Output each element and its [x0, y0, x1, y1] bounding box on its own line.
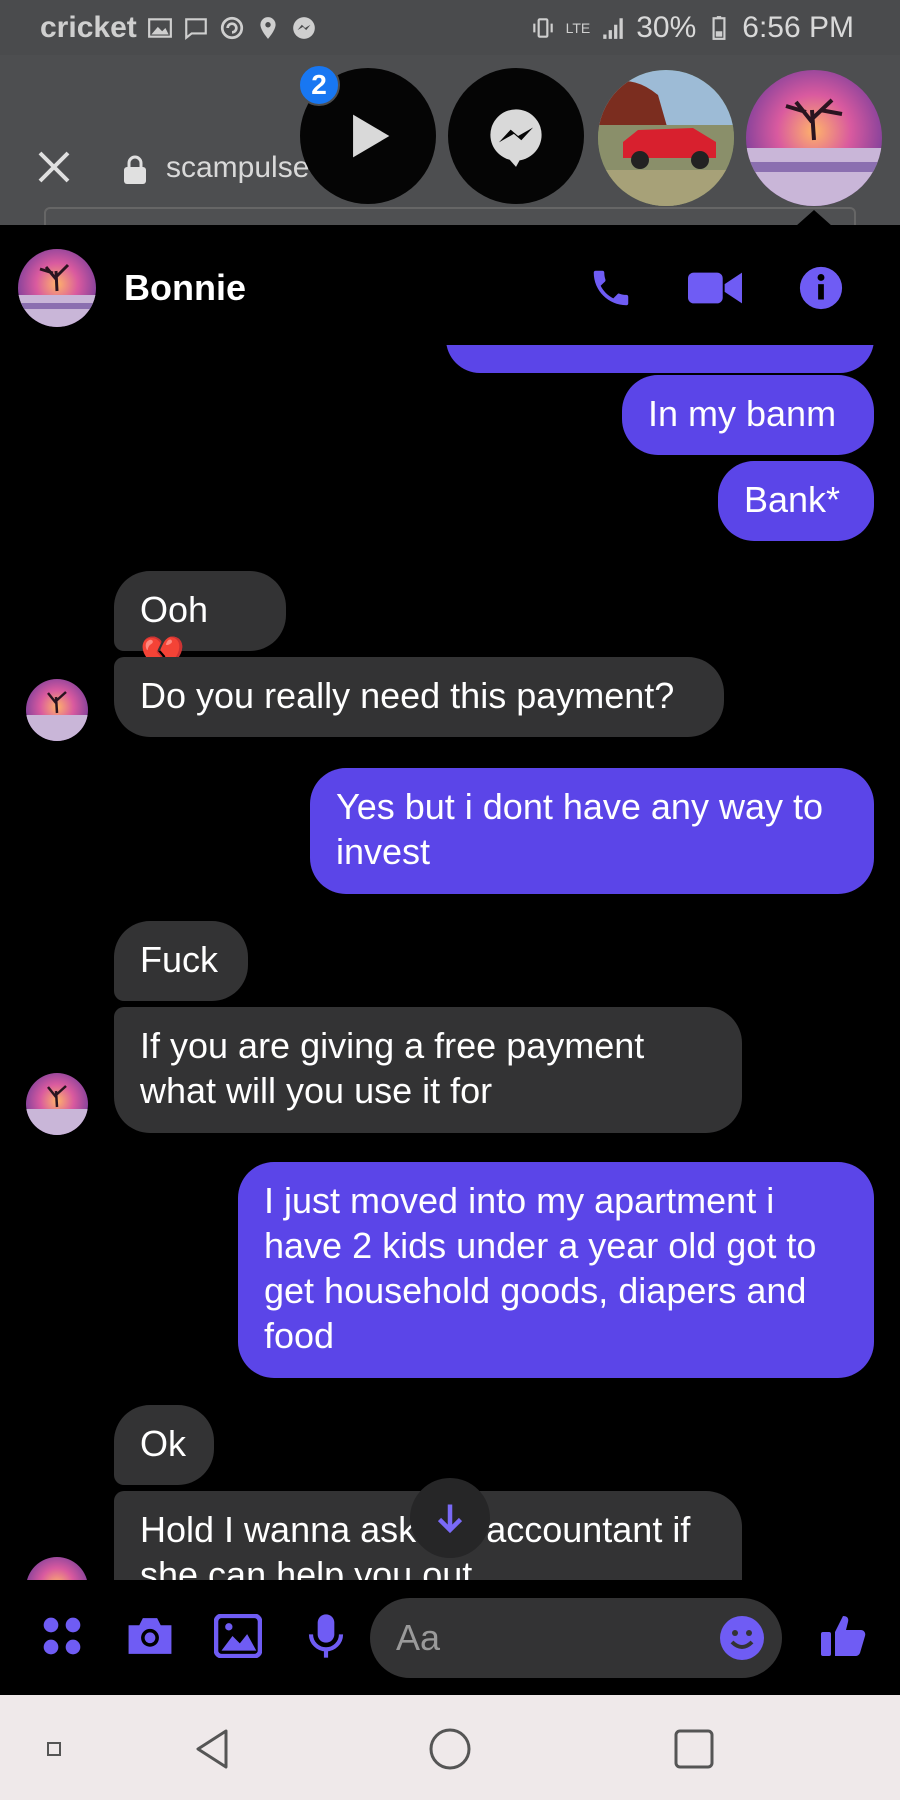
- message-notification-icon: [183, 15, 209, 41]
- vibrate-icon: [530, 15, 556, 41]
- contact-name[interactable]: Bonnie: [124, 267, 246, 309]
- url-text[interactable]: scampulse: [166, 151, 309, 185]
- image-notification-icon: [147, 15, 173, 41]
- message-bubble-outgoing[interactable]: I just moved into my apartment i have 2 …: [238, 1162, 874, 1378]
- message-text: If you are giving a free payment what wi…: [140, 1025, 645, 1111]
- sunset-tree-avatar: [746, 70, 882, 206]
- message-text: Bank*: [744, 479, 841, 520]
- lock-icon: [122, 155, 148, 185]
- car-photo-avatar: [598, 70, 734, 206]
- close-icon[interactable]: [32, 145, 76, 189]
- location-icon: [255, 15, 281, 41]
- apps-icon[interactable]: [34, 1608, 90, 1664]
- contact-avatar-small[interactable]: [26, 1073, 88, 1135]
- status-bar: cricket LTE 30% 6:56 PM: [0, 0, 900, 55]
- swirl-app-icon: [219, 15, 245, 41]
- message-text: Fuck: [140, 939, 219, 980]
- arrow-down-icon: [437, 1504, 463, 1534]
- message-text: In my banm: [648, 393, 837, 434]
- notification-badge: 2: [298, 64, 340, 106]
- message-bubble-partial[interactable]: [446, 345, 874, 373]
- chat-head-messenger[interactable]: [448, 68, 584, 204]
- camera-icon[interactable]: [122, 1608, 178, 1664]
- battery-percent: 30%: [636, 10, 697, 44]
- thumbs-up-icon[interactable]: [815, 1608, 871, 1664]
- signal-icon: [600, 15, 626, 41]
- chat-head-bonnie[interactable]: [746, 70, 882, 206]
- message-text: Yes but i dont have any way to invest: [336, 786, 824, 872]
- back-icon[interactable]: [184, 1721, 240, 1777]
- message-text: I just moved into my apartment i have 2 …: [264, 1180, 817, 1356]
- microphone-icon[interactable]: [298, 1608, 354, 1664]
- system-navigation-bar: [0, 1695, 900, 1800]
- message-bubble-outgoing[interactable]: Yes but i dont have any way to invest: [310, 768, 874, 894]
- play-icon: [353, 114, 390, 158]
- message-composer: [0, 1580, 900, 1695]
- phone-icon[interactable]: [584, 261, 638, 315]
- message-text: Ooh: [140, 589, 209, 630]
- gallery-icon[interactable]: [210, 1608, 266, 1664]
- message-bubble-incoming[interactable]: Ooh 💔: [114, 571, 286, 675]
- messenger-icon: [490, 109, 542, 167]
- message-input-field[interactable]: [370, 1598, 782, 1678]
- message-bubble-incoming[interactable]: Fuck: [114, 921, 248, 1001]
- info-icon[interactable]: [794, 261, 848, 315]
- messenger-notification-icon: [291, 15, 317, 41]
- contact-avatar-small[interactable]: [26, 1557, 88, 1580]
- recent-apps-dot-icon[interactable]: [26, 1721, 82, 1777]
- chat-head-pointer: [796, 210, 832, 226]
- message-input[interactable]: [396, 1598, 696, 1678]
- network-type: LTE: [565, 19, 591, 36]
- chat-header: Bonnie: [0, 225, 900, 345]
- message-text: Ok: [140, 1423, 187, 1464]
- clock: 6:56 PM: [742, 10, 854, 44]
- message-text: Do you really need this payment?: [140, 675, 675, 716]
- video-camera-icon[interactable]: [688, 261, 742, 315]
- message-bubble-incoming[interactable]: If you are giving a free payment what wi…: [114, 1007, 742, 1133]
- emoji-icon[interactable]: [718, 1614, 766, 1662]
- contact-avatar-small[interactable]: [26, 679, 88, 741]
- chat-head-car-photo[interactable]: [598, 70, 734, 206]
- message-bubble-outgoing[interactable]: In my banm: [622, 375, 874, 455]
- carrier-name: cricket: [40, 10, 137, 44]
- overview-icon[interactable]: [666, 1721, 722, 1777]
- message-bubble-outgoing[interactable]: Bank*: [718, 461, 874, 541]
- scroll-to-bottom-button[interactable]: [410, 1478, 490, 1558]
- messenger-chat-panel: Bonnie In my banm Bank* Ooh 💔 Do you rea…: [0, 225, 900, 1695]
- message-bubble-incoming[interactable]: Ok: [114, 1405, 214, 1485]
- battery-icon: [706, 15, 732, 41]
- message-bubble-incoming[interactable]: Do you really need this payment?: [114, 657, 724, 737]
- contact-avatar[interactable]: [18, 249, 96, 327]
- home-icon[interactable]: [422, 1721, 478, 1777]
- message-list[interactable]: In my banm Bank* Ooh 💔 Do you really nee…: [0, 345, 900, 1580]
